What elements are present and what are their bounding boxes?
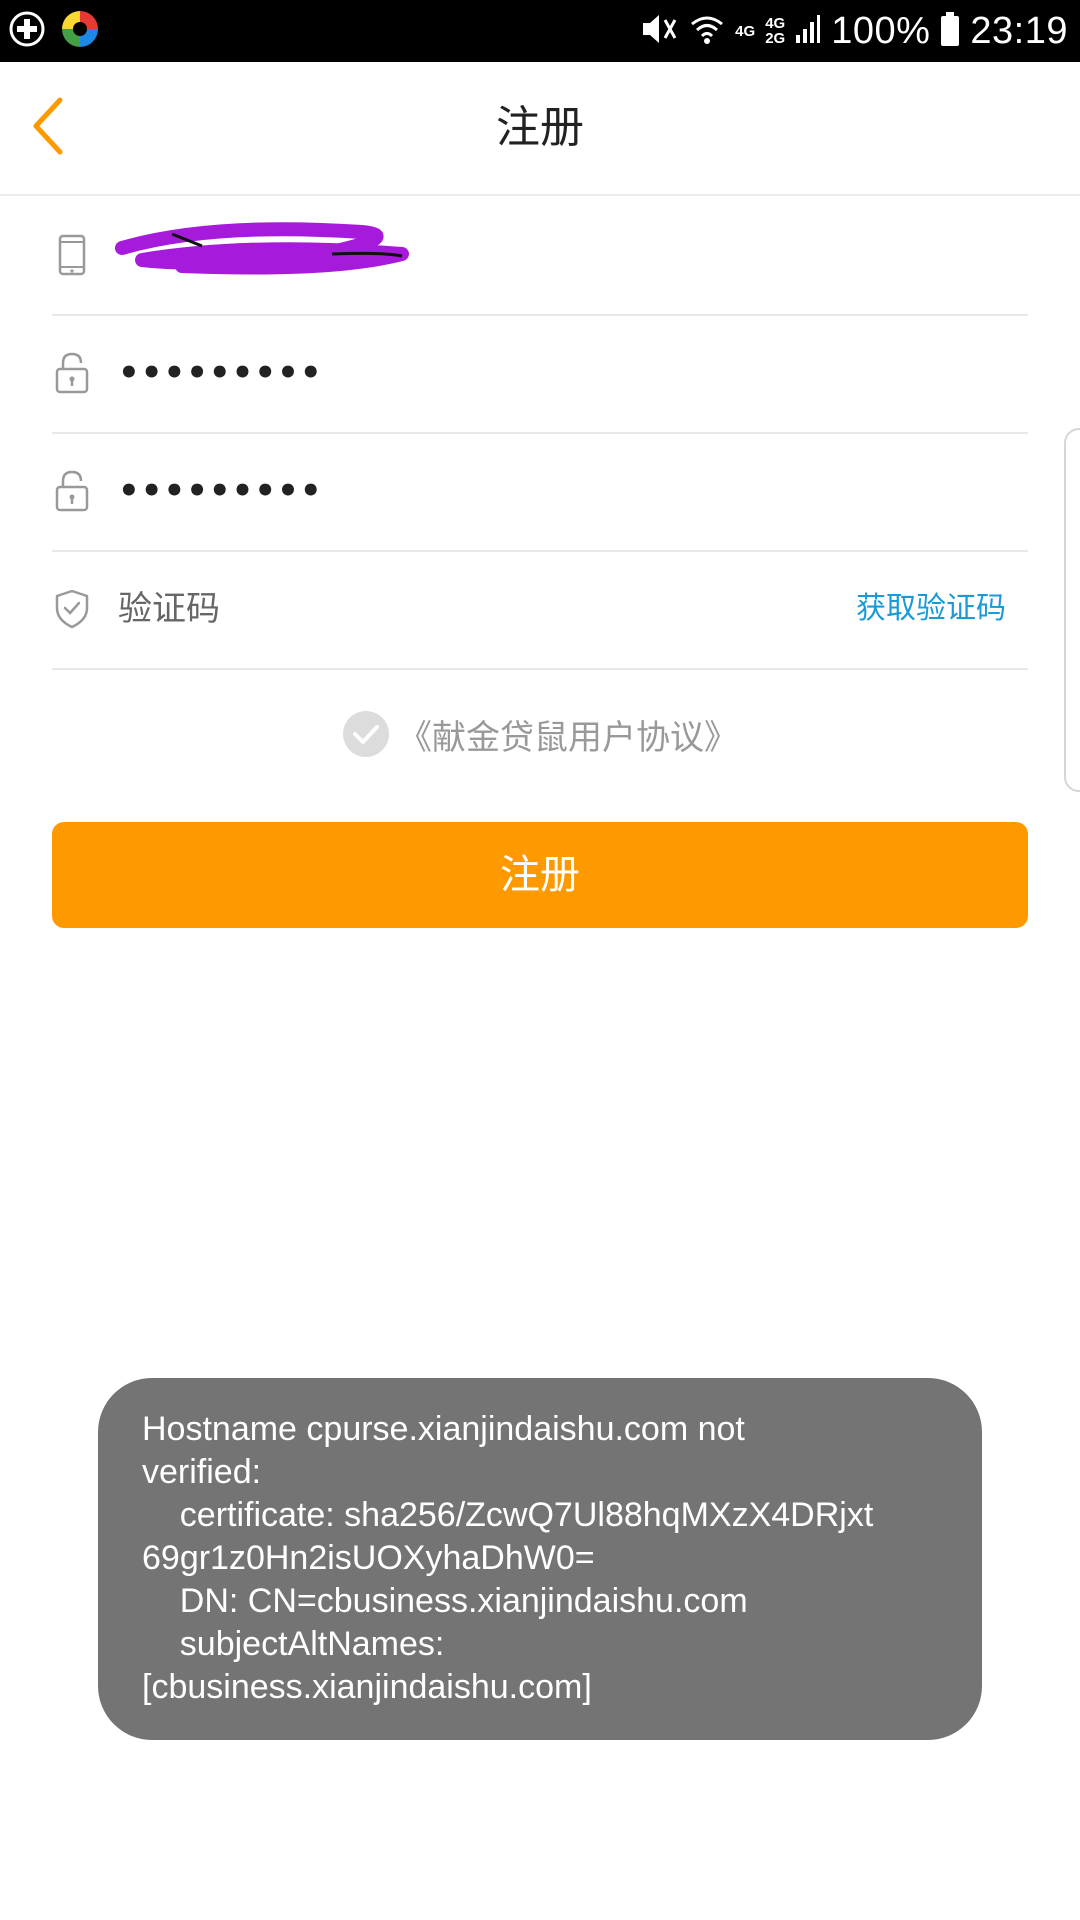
toast-line: [cbusiness.xianjindaishu.com] bbox=[142, 1668, 592, 1706]
app-header: 注册 bbox=[0, 62, 1080, 196]
check-circle-icon bbox=[343, 711, 389, 757]
toast-line: verified: bbox=[142, 1453, 262, 1491]
back-button[interactable] bbox=[18, 96, 78, 160]
status-bar-right: 4G 4G 2G 100% 23:19 bbox=[639, 8, 1068, 54]
toast-line: subjectAltNames: bbox=[142, 1625, 445, 1663]
status-bar-left bbox=[8, 9, 100, 53]
lock-icon bbox=[52, 348, 92, 398]
status-bar: 4G 4G 2G 100% 23:19 bbox=[0, 0, 1080, 62]
get-code-button[interactable]: 获取验证码 bbox=[856, 550, 1006, 668]
app-cross-icon bbox=[8, 10, 46, 52]
wifi-icon bbox=[689, 10, 725, 52]
agreement-row: 《献金贷鼠用户协议》 bbox=[0, 706, 1080, 762]
signal-icon bbox=[795, 13, 821, 49]
network-label: 4G bbox=[735, 22, 756, 40]
register-screen: 4G 4G 2G 100% 23:19 注册 ••••••••• •••••••… bbox=[0, 0, 1080, 1920]
verification-placeholder: 验证码 bbox=[118, 589, 220, 629]
phone-icon bbox=[52, 230, 92, 280]
page-title: 注册 bbox=[496, 102, 584, 153]
toast-line: certificate: sha256/ZcwQ7Ul88hqMXzX4DRjx… bbox=[142, 1496, 874, 1534]
toast-line: 69gr1z0Hn2isUOXyhaDhW0= bbox=[142, 1539, 595, 1577]
register-button[interactable]: 注册 bbox=[52, 822, 1028, 928]
phone-field[interactable] bbox=[52, 196, 1028, 316]
battery-percent: 100% bbox=[831, 9, 931, 52]
toast-line: DN: CN=cbusiness.xianjindaishu.com bbox=[142, 1582, 748, 1620]
verification-code-field[interactable]: 验证码 获取验证码 bbox=[52, 550, 1028, 670]
color-ball-icon bbox=[60, 9, 100, 53]
agreement-checkbox[interactable] bbox=[342, 710, 390, 758]
lock-icon bbox=[52, 466, 92, 516]
mute-icon bbox=[639, 10, 679, 52]
clock: 23:19 bbox=[970, 9, 1068, 52]
password-value: ••••••••• bbox=[118, 353, 323, 393]
password-field[interactable]: ••••••••• bbox=[52, 314, 1028, 434]
confirm-password-field[interactable]: ••••••••• bbox=[52, 432, 1028, 552]
battery-icon bbox=[940, 11, 960, 51]
error-toast: Hostname cpurse.xianjindaishu.com not ve… bbox=[98, 1378, 982, 1740]
agreement-link[interactable]: 《献金贷鼠用户协议》 bbox=[398, 710, 738, 759]
redaction-scribble bbox=[115, 222, 409, 275]
toast-line: Hostname cpurse.xianjindaishu.com not bbox=[142, 1410, 745, 1448]
dual-network-label: 4G 2G bbox=[765, 15, 786, 47]
chevron-left-icon bbox=[28, 94, 68, 162]
confirm-password-value: ••••••••• bbox=[118, 471, 323, 511]
side-panel-handle[interactable] bbox=[1064, 428, 1080, 792]
shield-icon bbox=[52, 584, 92, 634]
